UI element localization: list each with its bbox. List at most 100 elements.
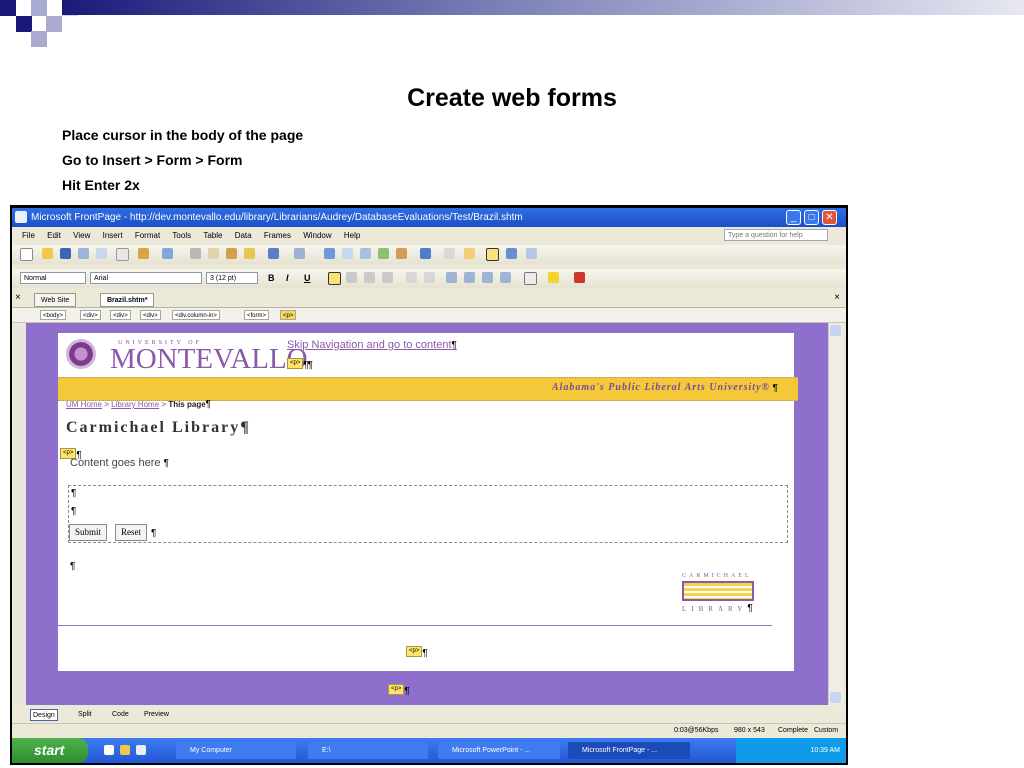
undo-icon[interactable] xyxy=(268,248,279,259)
show-all-icon[interactable] xyxy=(486,248,499,261)
clock[interactable]: 10:39 AM xyxy=(810,747,840,754)
skip-navigation-link[interactable]: Skip Navigation and go to content¶ xyxy=(287,339,457,351)
publish-icon[interactable] xyxy=(78,248,89,259)
menu-insert[interactable]: Insert xyxy=(103,227,123,244)
outdent-icon[interactable] xyxy=(482,272,493,283)
slide-title: Create web forms xyxy=(407,84,617,112)
align-left-icon[interactable] xyxy=(328,272,341,285)
align-center-icon[interactable] xyxy=(346,272,357,283)
save-icon[interactable] xyxy=(60,248,71,259)
menu-frames[interactable]: Frames xyxy=(264,227,291,244)
borders-icon[interactable] xyxy=(524,272,537,285)
hyperlink-icon[interactable] xyxy=(420,248,431,259)
menu-data[interactable]: Data xyxy=(235,227,252,244)
menu-format[interactable]: Format xyxy=(135,227,160,244)
stop-icon[interactable] xyxy=(464,248,475,259)
taskbar-powerpoint[interactable]: Microsoft PowerPoint - ... xyxy=(438,742,560,759)
font-select[interactable]: Arial xyxy=(90,272,202,284)
menu-window[interactable]: Window xyxy=(303,227,331,244)
title-bar[interactable]: Microsoft FrontPage - http://dev.monteva… xyxy=(12,208,846,227)
app-icon xyxy=(15,211,27,223)
insert-table-icon[interactable] xyxy=(342,248,353,259)
tag-item[interactable]: <form> xyxy=(244,310,270,320)
code-view-button[interactable]: Code xyxy=(110,709,131,721)
form-area[interactable]: ¶ ¶ Submit Reset ¶ xyxy=(68,485,788,543)
tag-item[interactable]: <div> xyxy=(80,310,101,320)
decrease-font-icon[interactable] xyxy=(424,272,435,283)
reset-button[interactable]: Reset xyxy=(115,524,147,541)
insert-layer-icon[interactable] xyxy=(360,248,371,259)
menu-tools[interactable]: Tools xyxy=(172,227,191,244)
menu-edit[interactable]: Edit xyxy=(47,227,61,244)
insert-picture-icon[interactable] xyxy=(378,248,389,259)
maximize-button[interactable]: □ xyxy=(804,210,819,225)
toolbar-options-icon[interactable] xyxy=(526,248,537,259)
close-doc-icon[interactable]: × xyxy=(834,292,840,303)
refresh-icon[interactable] xyxy=(444,248,455,259)
submit-button[interactable]: Submit xyxy=(69,524,108,541)
web-page[interactable]: UNIVERSITY OF MONTEVALLO¶ Skip Navigatio… xyxy=(58,333,798,671)
menu-help[interactable]: Help xyxy=(344,227,360,244)
menu-file[interactable]: File xyxy=(22,227,35,244)
justify-icon[interactable] xyxy=(382,272,393,283)
folder-list-icon[interactable] xyxy=(96,248,107,259)
italic-button[interactable]: I xyxy=(286,272,289,284)
decor-gradient-bar xyxy=(62,0,1024,15)
tab-web-site[interactable]: Web Site xyxy=(34,293,77,307)
font-size-select[interactable]: 3 (12 pt) xyxy=(206,272,258,284)
preview-browser-icon[interactable] xyxy=(138,248,149,259)
open-folder-icon[interactable] xyxy=(42,248,53,259)
content-placeholder[interactable]: Content goes here ¶ xyxy=(70,457,169,469)
bold-button[interactable]: B xyxy=(268,272,275,284)
design-view-button[interactable]: Design xyxy=(30,709,58,721)
redo-icon[interactable] xyxy=(294,248,305,259)
scroll-up-icon[interactable] xyxy=(830,325,841,336)
numbering-icon[interactable] xyxy=(446,272,457,283)
split-view-button[interactable]: Split xyxy=(76,709,94,721)
start-button[interactable]: start xyxy=(12,738,88,763)
taskbar-my-computer[interactable]: My Computer xyxy=(176,742,296,759)
paste-icon[interactable] xyxy=(226,248,237,259)
drawing-icon[interactable] xyxy=(396,248,407,259)
tab-brazil[interactable]: Brazil.shtm* xyxy=(100,293,155,307)
cut-icon[interactable] xyxy=(190,248,201,259)
copy-icon[interactable] xyxy=(208,248,219,259)
breadcrumb-library-home[interactable]: Library Home xyxy=(111,400,159,409)
web-component-icon[interactable] xyxy=(324,248,335,259)
style-select[interactable]: Normal xyxy=(20,272,86,284)
preview-view-button[interactable]: Preview xyxy=(142,709,171,721)
print-icon[interactable] xyxy=(116,248,129,261)
p-tag: <p> xyxy=(406,646,423,658)
underline-button[interactable]: U xyxy=(304,272,311,284)
close-button[interactable]: ✕ xyxy=(822,210,837,225)
highlight-color-icon[interactable] xyxy=(548,272,559,283)
tag-item[interactable]: <div> xyxy=(140,310,161,320)
new-page-icon[interactable] xyxy=(20,248,33,261)
anchor-icon[interactable] xyxy=(506,248,517,259)
quick-launch-icon[interactable] xyxy=(120,745,130,755)
close-pane-icon[interactable]: × xyxy=(15,292,21,303)
align-right-icon[interactable] xyxy=(364,272,375,283)
spelling-icon[interactable] xyxy=(162,248,173,259)
indent-icon[interactable] xyxy=(500,272,511,283)
quick-launch-icon[interactable] xyxy=(104,745,114,755)
tag-item[interactable]: <div.column-in> xyxy=(172,310,220,320)
taskbar-frontpage[interactable]: Microsoft FrontPage - ... xyxy=(568,742,690,759)
design-canvas[interactable]: UNIVERSITY OF MONTEVALLO¶ Skip Navigatio… xyxy=(26,323,828,705)
format-painter-icon[interactable] xyxy=(244,248,255,259)
tag-item[interactable]: <div> xyxy=(110,310,131,320)
tag-item-selected[interactable]: <p> xyxy=(280,310,297,320)
menu-table[interactable]: Table xyxy=(203,227,222,244)
taskbar-drive-e[interactable]: E:\ xyxy=(308,742,428,759)
bullets-icon[interactable] xyxy=(464,272,475,283)
vertical-scrollbar[interactable] xyxy=(828,323,843,705)
minimize-button[interactable]: _ xyxy=(786,210,801,225)
increase-font-icon[interactable] xyxy=(406,272,417,283)
help-search-input[interactable]: Type a question for help xyxy=(724,229,828,241)
quick-launch-icon[interactable] xyxy=(136,745,146,755)
menu-view[interactable]: View xyxy=(73,227,90,244)
scroll-down-icon[interactable] xyxy=(830,692,841,703)
font-color-icon[interactable] xyxy=(574,272,585,283)
tag-item[interactable]: <body> xyxy=(40,310,67,320)
breadcrumb-um-home[interactable]: UM Home xyxy=(66,400,102,409)
